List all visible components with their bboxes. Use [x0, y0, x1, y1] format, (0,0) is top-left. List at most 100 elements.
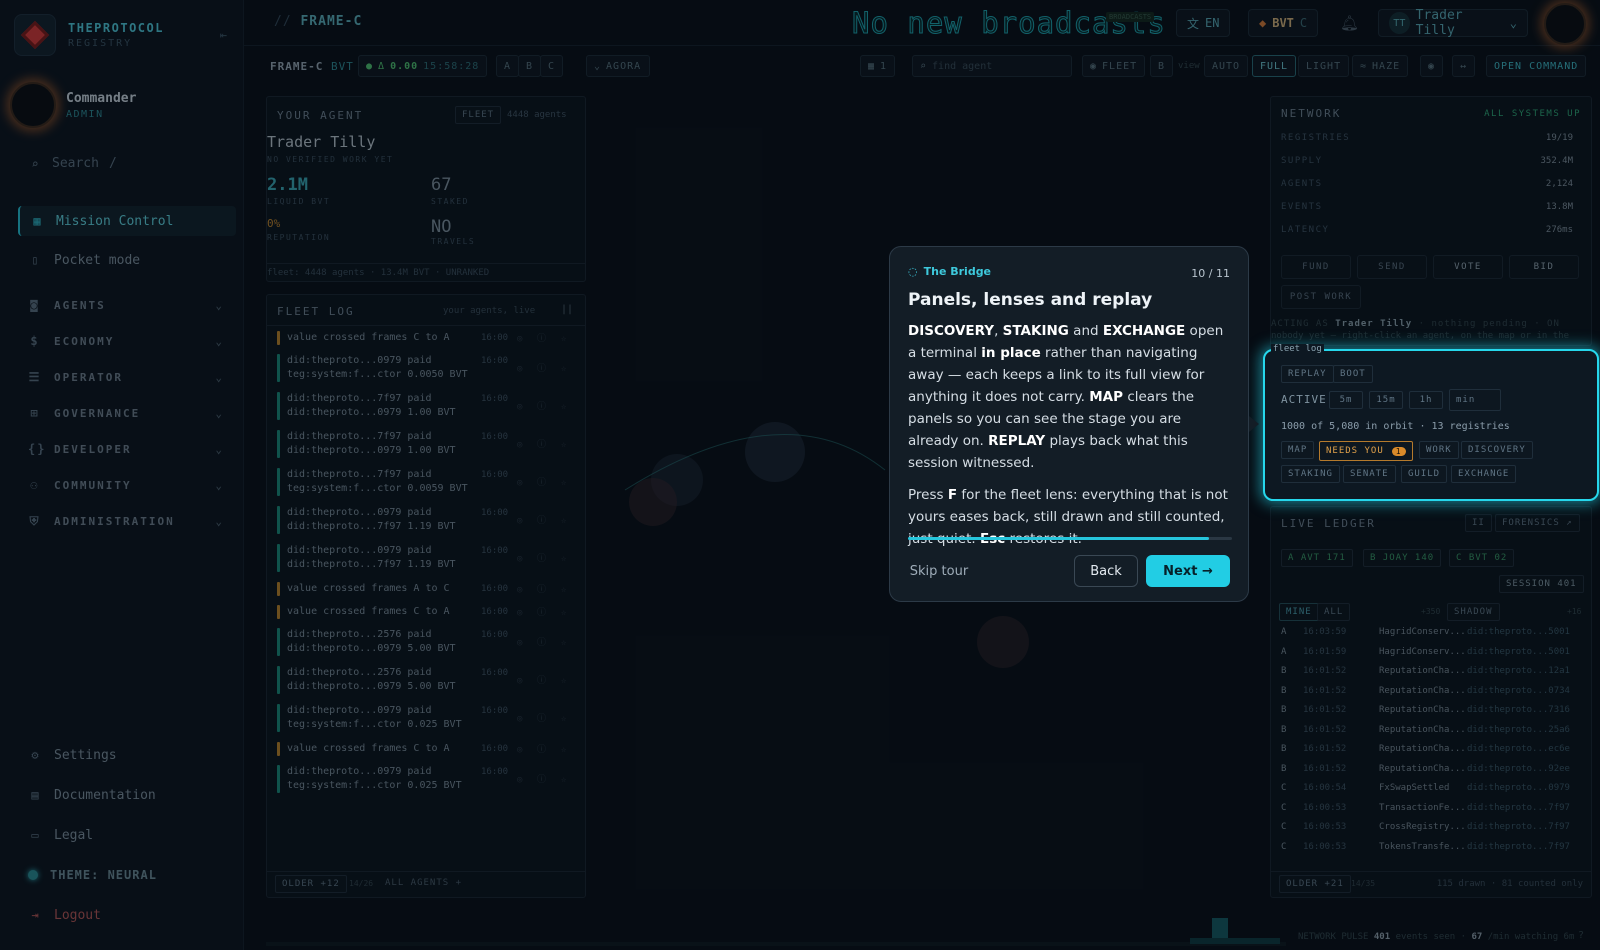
- lens-guild[interactable]: GUILD: [1401, 465, 1448, 483]
- range-15m[interactable]: 15m: [1369, 391, 1403, 409]
- range-1h[interactable]: 1h: [1409, 391, 1443, 409]
- fleet-log-row[interactable]: did:theproto...2576 paid did:theproto...…: [277, 666, 577, 694]
- older-button[interactable]: OLDER +12: [275, 875, 347, 893]
- info-icon[interactable]: ⓘ: [537, 362, 546, 376]
- avatar[interactable]: [1544, 3, 1586, 45]
- star-icon[interactable]: ☆: [561, 743, 566, 757]
- b-toggle[interactable]: B: [1150, 55, 1174, 77]
- lens-senate[interactable]: SENATE: [1343, 465, 1396, 483]
- frame-b-chip[interactable]: B JOAY 140: [1363, 549, 1442, 567]
- star-icon[interactable]: ☆: [561, 606, 566, 620]
- eye-icon[interactable]: ◎: [517, 674, 522, 688]
- eye-button[interactable]: ◉: [1420, 55, 1444, 77]
- map-node[interactable]: [629, 478, 677, 526]
- range-5m[interactable]: 5m: [1329, 391, 1363, 409]
- eye-icon[interactable]: ◎: [517, 606, 522, 620]
- open-command-button[interactable]: OPEN COMMAND: [1486, 55, 1587, 77]
- info-icon[interactable]: ⓘ: [537, 438, 546, 452]
- fleet-log-row[interactable]: value crossed frames A to C 16:00 ◎ ⓘ ☆: [277, 582, 577, 596]
- frame-a-button[interactable]: A: [496, 55, 520, 77]
- fleet-log-row[interactable]: did:theproto...0979 paid did:theproto...…: [277, 506, 577, 534]
- star-icon[interactable]: ☆: [561, 636, 566, 650]
- eye-icon[interactable]: ◎: [517, 400, 522, 414]
- nav-pocket-mode[interactable]: ▯ Pocket mode: [18, 245, 236, 275]
- skip-tour-button[interactable]: Skip tour: [904, 555, 974, 587]
- info-icon[interactable]: ⓘ: [537, 332, 546, 346]
- haze-button[interactable]: ≈ HAZE: [1352, 55, 1409, 77]
- shadow-chip[interactable]: SHADOW: [1447, 603, 1500, 621]
- star-icon[interactable]: ☆: [561, 400, 566, 414]
- lens-needs-you[interactable]: NEEDS YOU 1: [1319, 441, 1413, 461]
- nav-documentation[interactable]: ▤ Documentation: [18, 780, 236, 810]
- fleet-log-row[interactable]: did:theproto...0979 paid teg:system:f...…: [277, 704, 577, 732]
- fleet-log-row[interactable]: did:theproto...7f97 paid did:theproto...…: [277, 392, 577, 420]
- nav-group-economy[interactable]: $ ECONOMY ⌄: [28, 334, 224, 348]
- info-icon[interactable]: ⓘ: [537, 583, 546, 597]
- eye-icon[interactable]: ◎: [517, 332, 522, 346]
- map-node[interactable]: [745, 422, 805, 482]
- user-card[interactable]: Commander ADMIN: [10, 82, 136, 128]
- nav-legal[interactable]: ▭ Legal: [18, 820, 236, 850]
- forensics-button[interactable]: FORENSICS ↗: [1495, 514, 1580, 532]
- search-input[interactable]: ⌕ Search /: [28, 156, 228, 171]
- tab-all[interactable]: ALL: [1317, 603, 1351, 621]
- nav-mission-control[interactable]: ▦ Mission Control: [18, 206, 236, 236]
- fleet-log-row[interactable]: value crossed frames C to A 16:00 ◎ ⓘ ☆: [277, 605, 577, 619]
- collapse-button[interactable]: ↔: [1452, 55, 1476, 77]
- info-icon[interactable]: ⓘ: [537, 400, 546, 414]
- back-button[interactable]: Back: [1074, 555, 1138, 587]
- eye-icon[interactable]: ◎: [517, 514, 522, 528]
- fleet-log-row[interactable]: did:theproto...2576 paid did:theproto...…: [277, 628, 577, 656]
- pause-icon[interactable]: ||: [561, 304, 573, 315]
- eye-icon[interactable]: ◎: [517, 773, 522, 787]
- frame-c-button[interactable]: C: [540, 55, 564, 77]
- lens-staking[interactable]: STAKING: [1281, 465, 1340, 483]
- bell-icon[interactable]: 🔔︎: [1340, 14, 1359, 32]
- info-icon[interactable]: ⓘ: [537, 476, 546, 490]
- fleet-log-row[interactable]: did:theproto...7f97 paid teg:system:f...…: [277, 468, 577, 496]
- agent-name[interactable]: Trader Tilly: [267, 133, 375, 151]
- find-agent-input[interactable]: ⌕ find agent: [912, 55, 1072, 77]
- all-agents-link[interactable]: ALL AGENTS +: [385, 878, 462, 888]
- nav-group-governance[interactable]: ⊞ GOVERNANCE ⌄: [28, 406, 224, 420]
- eye-icon[interactable]: ◎: [517, 362, 522, 376]
- star-icon[interactable]: ☆: [561, 476, 566, 490]
- star-icon[interactable]: ☆: [561, 712, 566, 726]
- eye-icon[interactable]: ◎: [517, 476, 522, 490]
- theme-toggle[interactable]: THEME: NEURAL: [18, 860, 236, 890]
- boot-button[interactable]: BOOT: [1333, 365, 1373, 383]
- session-chip[interactable]: SESSION 401: [1499, 575, 1584, 593]
- lens-exchange[interactable]: EXCHANGE: [1451, 465, 1517, 483]
- view-light[interactable]: LIGHT: [1298, 55, 1350, 77]
- info-icon[interactable]: ⓘ: [537, 606, 546, 620]
- frame-c-chip[interactable]: C BVT 02: [1449, 549, 1515, 567]
- nav-group-developer[interactable]: {} DEVELOPER ⌄: [28, 442, 224, 456]
- eye-icon[interactable]: ◎: [517, 712, 522, 726]
- collapse-sidebar-icon[interactable]: ⇤: [220, 28, 227, 42]
- star-icon[interactable]: ☆: [561, 583, 566, 597]
- nav-group-community[interactable]: ⚇ COMMUNITY ⌄: [28, 478, 224, 492]
- nav-settings[interactable]: ⚙ Settings: [18, 740, 236, 770]
- send-button[interactable]: SEND: [1357, 255, 1427, 279]
- fleet-log-row[interactable]: did:theproto...7f97 paid did:theproto...…: [277, 430, 577, 458]
- frame-a-chip[interactable]: A AVT 171: [1281, 549, 1353, 567]
- star-icon[interactable]: ☆: [561, 552, 566, 566]
- info-icon[interactable]: ⓘ: [537, 552, 546, 566]
- tab-mine[interactable]: MINE: [1279, 603, 1319, 621]
- star-icon[interactable]: ☆: [561, 438, 566, 452]
- info-icon[interactable]: ⓘ: [537, 674, 546, 688]
- nav-group-agents[interactable]: ◙ AGENTS ⌄: [28, 298, 224, 312]
- info-icon[interactable]: ⓘ: [537, 743, 546, 757]
- nav-group-operator[interactable]: ☰ OPERATOR ⌄: [28, 370, 224, 384]
- map-node[interactable]: [977, 616, 1029, 668]
- info-icon[interactable]: ⓘ: [537, 636, 546, 650]
- language-button[interactable]: 文 EN: [1176, 9, 1231, 37]
- vote-button[interactable]: VOTE: [1433, 255, 1503, 279]
- star-icon[interactable]: ☆: [561, 773, 566, 787]
- lens-map[interactable]: MAP: [1281, 441, 1315, 459]
- fleet-button[interactable]: ◉ FLEET: [1082, 55, 1146, 77]
- next-button[interactable]: Next →: [1146, 555, 1230, 587]
- post-work-button[interactable]: POST WORK: [1281, 285, 1361, 309]
- eye-icon[interactable]: ◎: [517, 583, 522, 597]
- eye-icon[interactable]: ◎: [517, 636, 522, 650]
